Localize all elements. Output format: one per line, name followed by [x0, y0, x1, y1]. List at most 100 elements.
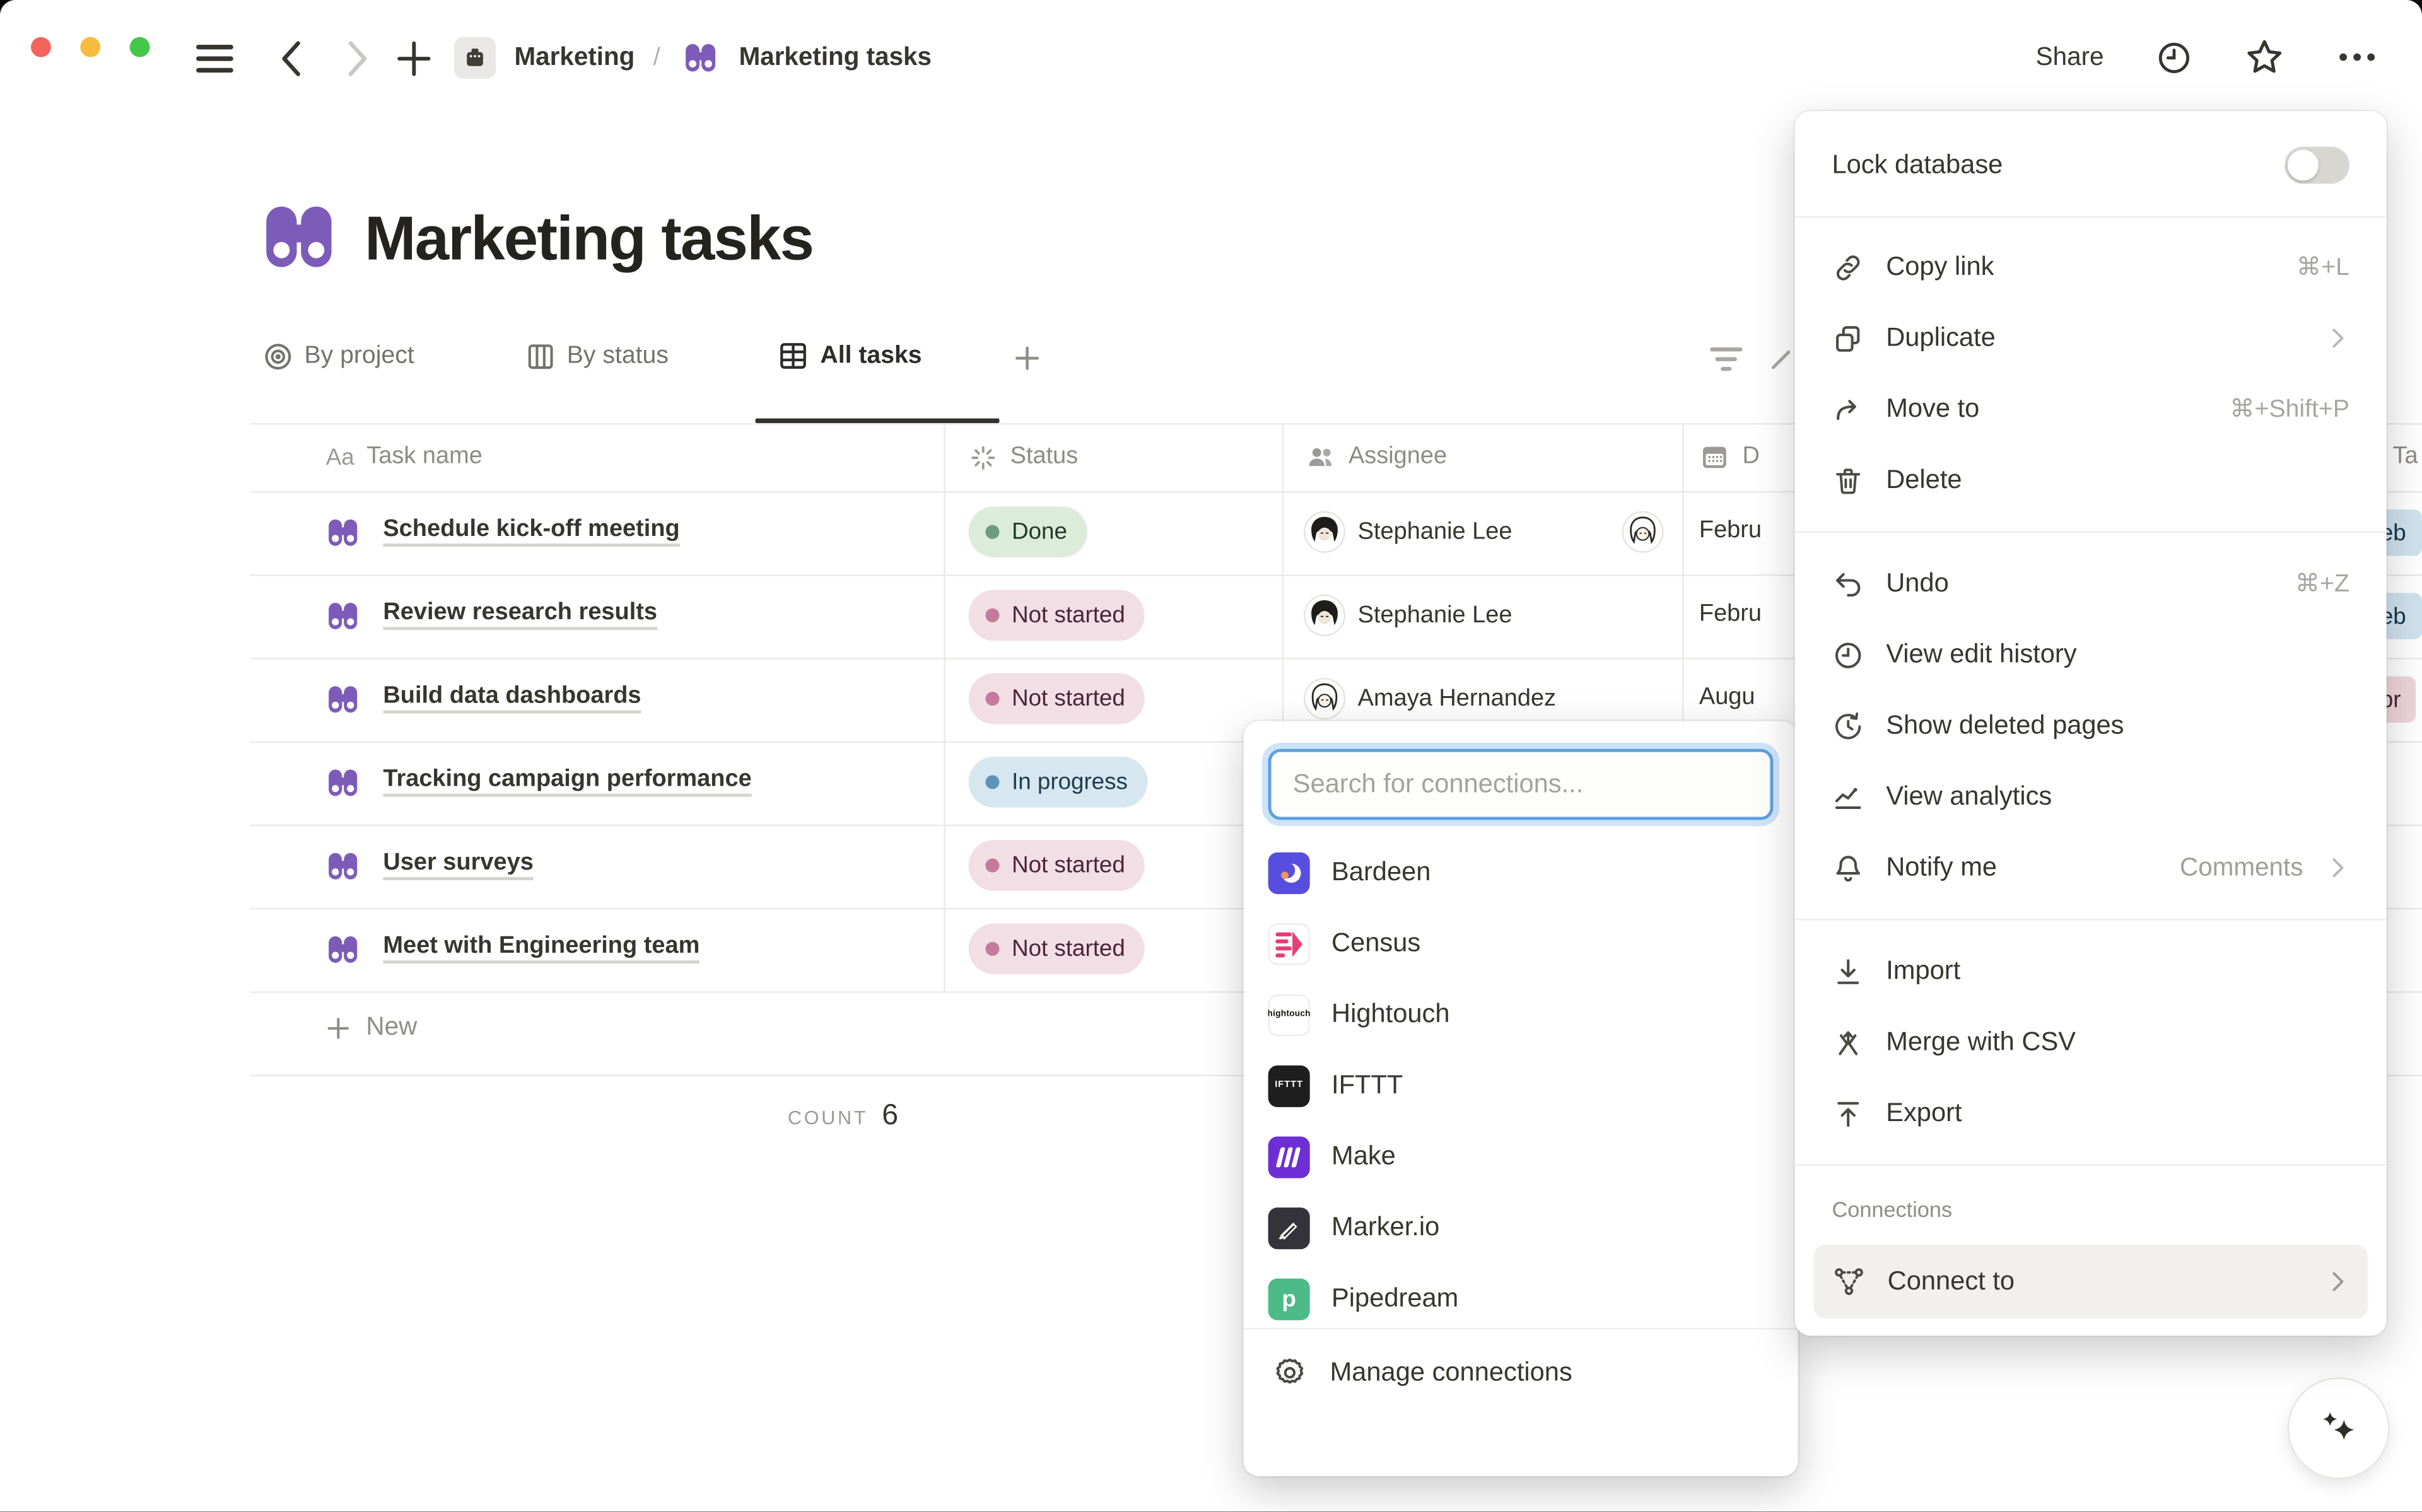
menu-item-notify-me[interactable]: Notify me Comments	[1813, 832, 2368, 904]
sort-icon[interactable]	[1770, 349, 1792, 370]
breadcrumb-root[interactable]: Marketing	[515, 44, 635, 73]
avatar	[1305, 596, 1343, 634]
tab-all-tasks[interactable]: All tasks	[777, 340, 922, 372]
date-cell[interactable]: Febru	[1699, 517, 1762, 545]
tab-by-project[interactable]: By project	[262, 341, 414, 372]
connection-item[interactable]: Census	[1243, 908, 1798, 979]
table-icon	[777, 340, 809, 372]
task-name-link[interactable]: Build data dashboards	[383, 682, 641, 710]
new-page-icon[interactable]	[395, 38, 433, 79]
notion-ai-button[interactable]	[2289, 1379, 2388, 1478]
text-property-icon: Aa	[326, 444, 354, 470]
favorite-star-icon[interactable]	[2244, 37, 2285, 78]
share-button[interactable]: Share	[2036, 42, 2104, 72]
new-row-button[interactable]: New	[324, 1013, 417, 1043]
menu-item-merge-with-csv[interactable]: Merge with CSV	[1813, 1007, 2368, 1078]
marketing-page-icon[interactable]	[454, 37, 496, 79]
menu-item-undo[interactable]: Undo ⌘+Z	[1813, 548, 2368, 619]
task-name-link[interactable]: Tracking campaign performance	[383, 766, 751, 794]
status-badge[interactable]: Not started	[969, 923, 1145, 974]
breadcrumb-separator: /	[653, 44, 660, 72]
status-badge[interactable]: Not started	[969, 673, 1145, 724]
task-name-link[interactable]: Meet with Engineering team	[383, 933, 699, 960]
menu-item-view-analytics[interactable]: View analytics	[1813, 761, 2368, 832]
connection-item[interactable]: Make	[1243, 1121, 1798, 1192]
menu-item-delete[interactable]: Delete	[1813, 445, 2368, 516]
tab-by-status[interactable]: By status	[525, 341, 669, 372]
manage-connections-button[interactable]: Manage connections	[1243, 1330, 1572, 1390]
count-summary[interactable]: COUNT 6	[788, 1100, 898, 1134]
board-icon	[525, 341, 556, 372]
status-badge[interactable]: Not started	[969, 590, 1145, 641]
calendar-icon	[1699, 441, 1730, 472]
menu-item-export[interactable]: Export	[1813, 1078, 2368, 1149]
analytics-icon	[1832, 781, 1864, 813]
date-cell[interactable]: Augu	[1699, 684, 1755, 712]
task-name-link[interactable]: Schedule kick-off meeting	[383, 516, 679, 544]
plus-icon	[324, 1014, 352, 1042]
notion-window: Marketing / Marketing tasks Share Market…	[0, 0, 2422, 1512]
column-header-task-name[interactable]: Aa Task name	[326, 437, 483, 477]
sidebar-menu-icon[interactable]	[195, 40, 235, 78]
connect-to-icon	[1832, 1265, 1866, 1299]
filter-icon[interactable]	[1709, 346, 1746, 374]
more-options-icon[interactable]	[2336, 37, 2379, 78]
count-value: 6	[882, 1100, 898, 1134]
connection-item[interactable]: p Pipedream	[1243, 1263, 1798, 1328]
column-header-date[interactable]: D	[1699, 437, 1760, 477]
forward-icon[interactable]	[338, 38, 375, 79]
people-icon	[1305, 441, 1336, 472]
window-controls	[31, 37, 150, 57]
link-icon	[1832, 251, 1864, 283]
avatar	[1305, 680, 1343, 718]
connection-item[interactable]: IFTTT IFTTT	[1243, 1050, 1798, 1121]
menu-item-view-edit-history[interactable]: View edit history	[1813, 619, 2368, 690]
assignee-cell[interactable]: Stephanie Lee	[1305, 513, 1512, 551]
duplicate-icon	[1832, 322, 1864, 354]
page-title[interactable]: Marketing tasks	[365, 206, 813, 275]
ifttt-logo: IFTTT	[1268, 1065, 1310, 1107]
hightouch-logo: hightouch	[1268, 994, 1310, 1035]
edit-history-icon[interactable]	[2155, 38, 2193, 76]
connections-section-label: Connections	[1832, 1197, 1952, 1221]
breadcrumb-current[interactable]: Marketing tasks	[739, 44, 932, 73]
task-name-link[interactable]: User surveys	[383, 849, 533, 877]
page-icon-binoculars[interactable]	[257, 195, 342, 280]
menu-item-connect-to[interactable]: Connect to	[1813, 1245, 2368, 1319]
menu-item-move-to[interactable]: Move to ⌘+Shift+P	[1813, 374, 2368, 445]
export-icon	[1832, 1097, 1864, 1129]
sparkles-icon	[2312, 1402, 2365, 1455]
connections-search-input[interactable]	[1268, 749, 1774, 820]
assignee-cell[interactable]: Stephanie Lee	[1305, 596, 1512, 634]
lock-database-toggle[interactable]	[2285, 147, 2349, 184]
close-window-button[interactable]	[31, 37, 51, 57]
undo-icon	[1832, 567, 1864, 600]
chevron-right-icon	[2325, 326, 2349, 351]
column-header-tags[interactable]: Ta	[2392, 437, 2418, 477]
connection-item[interactable]: Marker.io	[1243, 1192, 1798, 1264]
assignee-cell[interactable]: Amaya Hernandez	[1305, 680, 1556, 718]
task-name-link[interactable]: Review research results	[383, 599, 657, 627]
zoom-window-button[interactable]	[130, 37, 150, 57]
move-to-icon	[1832, 393, 1864, 425]
menu-item-import[interactable]: Import	[1813, 936, 2368, 1007]
chevron-right-icon	[2325, 1269, 2349, 1294]
status-badge[interactable]: Done	[969, 506, 1087, 557]
menu-item-copy-link[interactable]: Copy link ⌘+L	[1813, 231, 2368, 303]
column-header-status[interactable]: Status	[969, 437, 1079, 477]
status-badge[interactable]: In progress	[969, 757, 1148, 808]
task-page-icon	[324, 847, 361, 885]
census-logo	[1268, 922, 1310, 964]
menu-item-duplicate[interactable]: Duplicate	[1813, 303, 2368, 374]
lock-database-row[interactable]: Lock database	[1813, 130, 2368, 201]
add-view-icon[interactable]	[1012, 343, 1043, 374]
date-cell[interactable]: Febru	[1699, 601, 1762, 629]
minimize-window-button[interactable]	[80, 37, 100, 57]
column-header-assignee[interactable]: Assignee	[1305, 437, 1447, 477]
connection-item[interactable]: hightouch Hightouch	[1243, 979, 1798, 1050]
avatar-secondary[interactable]	[1623, 513, 1662, 551]
connection-item[interactable]: Bardeen	[1243, 837, 1798, 908]
back-icon[interactable]	[273, 38, 310, 79]
menu-item-show-deleted-pages[interactable]: Show deleted pages	[1813, 690, 2368, 762]
status-badge[interactable]: Not started	[969, 840, 1145, 891]
